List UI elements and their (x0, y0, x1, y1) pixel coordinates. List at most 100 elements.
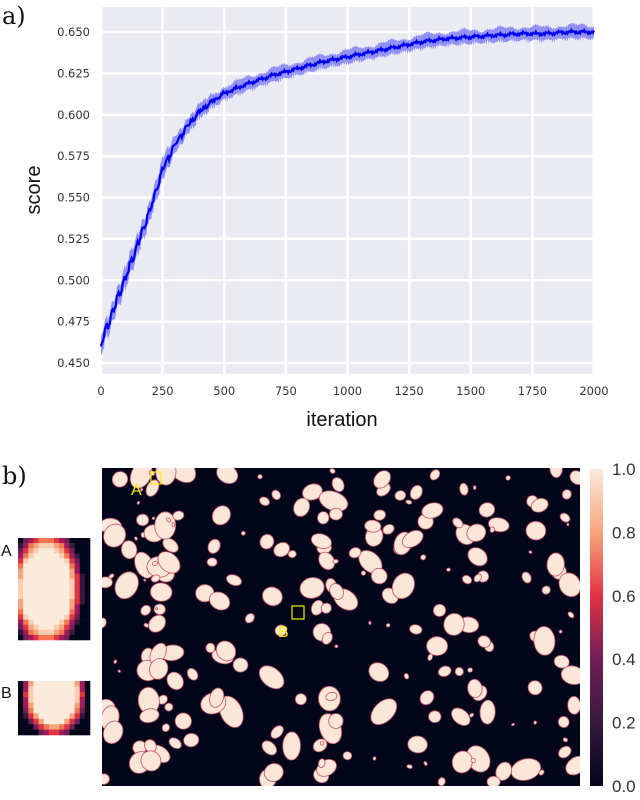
inset-pixel (84, 568, 91, 574)
inset-pixel (38, 573, 45, 580)
inset-pixel (59, 583, 65, 590)
inset-pixel (64, 718, 70, 725)
inset-pixel (69, 681, 75, 687)
inset-pixel (54, 686, 60, 693)
inset-pixel (18, 548, 24, 554)
inset-pixel (23, 724, 29, 730)
inset-pixel (23, 599, 29, 605)
inset-pixel (79, 583, 86, 590)
inset-pixel (74, 594, 81, 600)
inset-pixel (38, 691, 45, 698)
inset-pixel (74, 619, 81, 625)
inset-pixel (84, 713, 91, 720)
inset-pixel (79, 604, 86, 610)
inset-pixel (43, 568, 50, 574)
inset-pixel (18, 619, 24, 625)
inset-pixel (69, 553, 75, 559)
inset-pixel (23, 634, 29, 641)
inset-pixel (79, 691, 86, 698)
inset-pixel (23, 614, 29, 620)
inset-pixel (38, 729, 45, 736)
inset-pixel (18, 702, 24, 709)
inset-pixel (84, 609, 91, 615)
inset-pixel (64, 629, 70, 636)
inset-pixel (33, 718, 39, 725)
inset-pixel (28, 724, 34, 730)
inset-pixel (48, 708, 55, 714)
inset-pixel (74, 686, 81, 693)
inset-pixel (38, 583, 45, 590)
inset-pixel (28, 538, 34, 544)
heatmap-figure: A B 0.0 0.2 0.4 0.6 0.8 1.0 A B (1, 460, 636, 796)
inset-pixel (23, 589, 29, 595)
inset-pixel (38, 624, 45, 631)
colorbar-tick-label: 1.0 (612, 460, 636, 479)
inset-pixel (84, 629, 91, 636)
inset-pixel (54, 568, 60, 574)
inset-pixel (69, 599, 75, 605)
blob (334, 644, 339, 649)
inset-pixel (48, 583, 55, 590)
inset-pixel (79, 708, 86, 714)
inset-pixel (79, 681, 86, 687)
inset-pixel (54, 702, 60, 709)
inset-pixel (48, 589, 55, 595)
blob (329, 507, 343, 521)
inset-pixel (59, 697, 65, 703)
inset-pixel (23, 578, 29, 585)
inset-pixel (43, 548, 50, 554)
inset-pixel (79, 697, 86, 703)
inset-pixel (54, 634, 60, 641)
inset-pixel (18, 563, 24, 569)
inset-pixel (28, 583, 34, 590)
colorbar-tick-labels: 0.0 0.2 0.4 0.6 0.8 1.0 (612, 460, 636, 796)
inset-pixel (38, 553, 45, 559)
inset-pixel (74, 691, 81, 698)
inset-pixel (74, 724, 81, 730)
inset-pixel (64, 558, 70, 564)
inset-pixel (59, 686, 65, 693)
inset-pixel (69, 563, 75, 569)
inset-pixel (18, 634, 24, 641)
inset-pixel (43, 708, 50, 714)
inset-pixel (43, 713, 50, 720)
inset-pixel (79, 619, 86, 625)
inset-pixel (18, 691, 24, 698)
inset-pixel (79, 594, 86, 600)
inset-pixel (23, 558, 29, 564)
blob (473, 485, 477, 491)
inset-pixel (59, 713, 65, 720)
inset-pixel (59, 563, 65, 569)
inset-pixel (18, 697, 24, 703)
colorbar-tick-label: 0.2 (612, 714, 636, 733)
inset-pixel (38, 708, 45, 714)
inset-pixel (38, 686, 45, 693)
inset-pixel (18, 629, 24, 636)
inset-pixel (28, 568, 34, 574)
inset-pixel (64, 619, 70, 625)
inset-pixel (74, 697, 81, 703)
inset-pixel (28, 594, 34, 600)
colorbar-tick-label: 0.0 (612, 777, 636, 796)
inset-pixel (28, 713, 34, 720)
inset-pixel (74, 568, 81, 574)
inset-pixel (69, 697, 75, 703)
inset-pixel (84, 594, 91, 600)
inset-pixel (38, 629, 45, 636)
inset-pixel (23, 583, 29, 590)
inset-pixel (79, 624, 86, 631)
inset-pixel (33, 708, 39, 714)
inset-pixel (33, 691, 39, 698)
inset-pixel (43, 724, 50, 730)
inset-pixel (18, 604, 24, 610)
inset-pixel (74, 548, 81, 554)
inset-pixel (64, 702, 70, 709)
inset-pixel (33, 573, 39, 580)
inset-pixel (84, 604, 91, 610)
inset-pixel (28, 686, 34, 693)
inset-pixel (48, 573, 55, 580)
inset-pixel (64, 538, 70, 544)
inset-pixel (33, 589, 39, 595)
inset-pixel (48, 686, 55, 693)
inset-pixel (64, 553, 70, 559)
